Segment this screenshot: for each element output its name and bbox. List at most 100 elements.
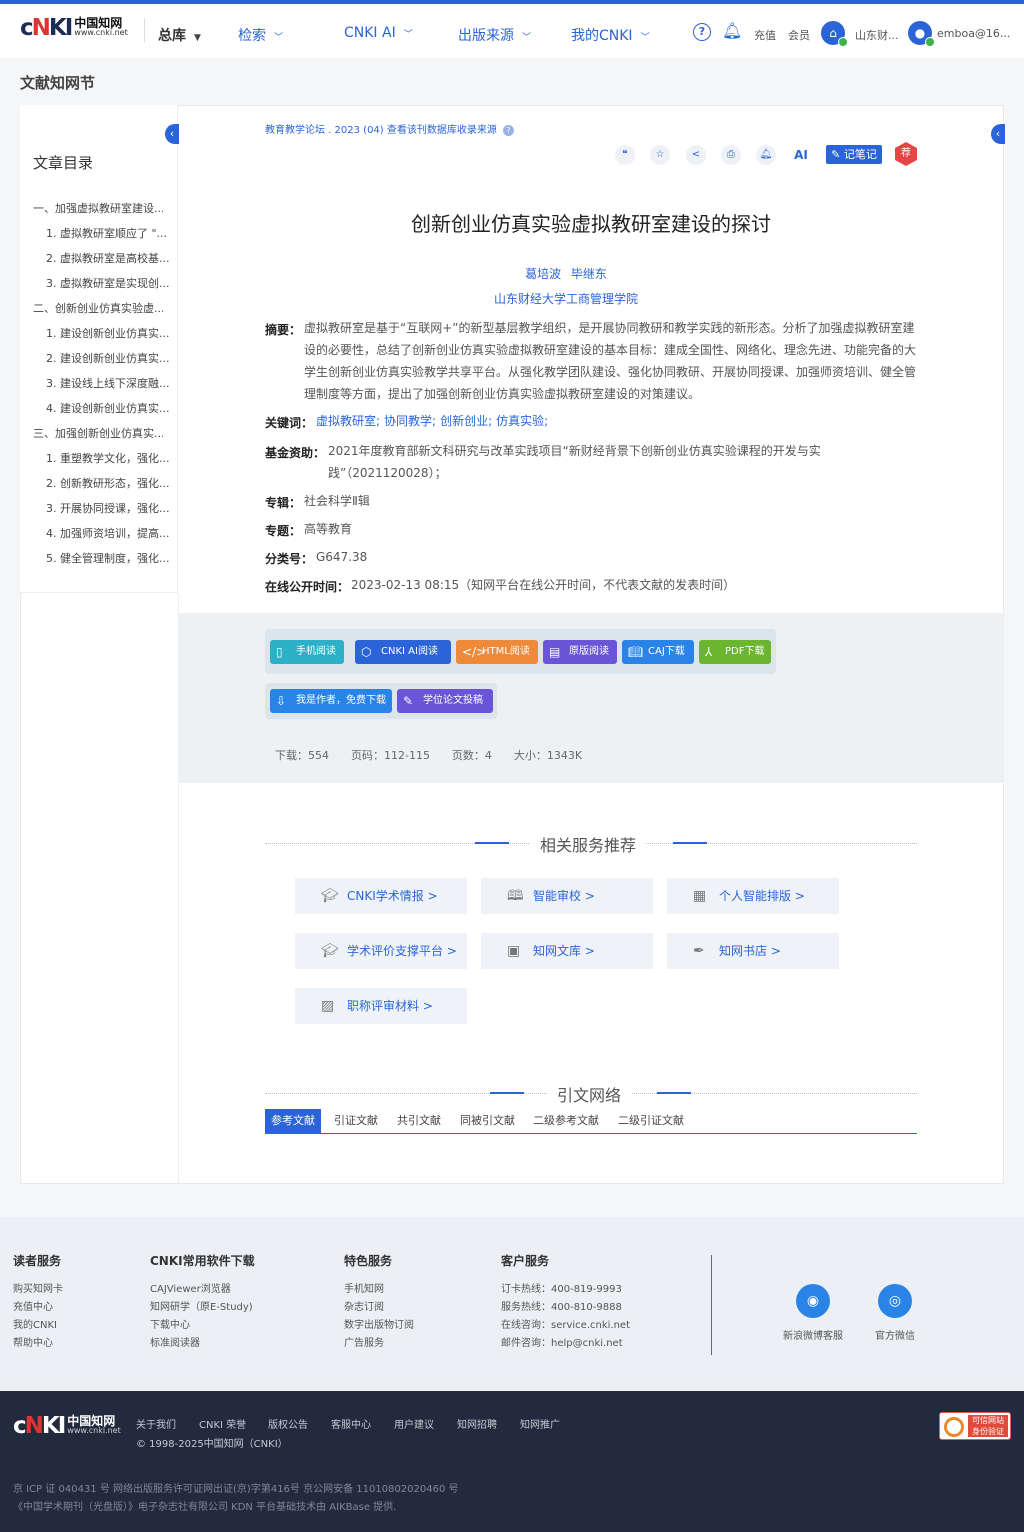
toc-item[interactable]: 1. 虚拟教研室顺应了 "...	[46, 225, 176, 241]
footer-link[interactable]: 购买知网卡	[13, 1280, 63, 1295]
help-icon[interactable]: ?	[693, 23, 711, 41]
member-link[interactable]: 会员	[788, 27, 810, 43]
toc-item[interactable]: 3. 虚拟教研室是实现创...	[46, 275, 176, 291]
toc-item[interactable]: 二、创新创业仿真实验虚...	[33, 300, 163, 316]
service-title-review[interactable]: ▨ 职称评审材料 >	[295, 988, 467, 1024]
mobile-read-button[interactable]: ▯ 手机阅读	[270, 640, 344, 664]
footer-link[interactable]: 杂志订阅	[344, 1298, 384, 1313]
toc-item[interactable]: 1. 建设创新创业仿真实...	[46, 325, 176, 341]
nav-search[interactable]: 检索 ﹀	[238, 25, 283, 45]
icp-license-text[interactable]: 京 ICP 证 040431 号 网络出版服务许可证网出证(京)字第416号 京…	[13, 1480, 459, 1495]
cnki-ai-read-button[interactable]: ⬡ CNKI AI阅读	[355, 640, 451, 664]
keyword-link[interactable]: 协同教学;	[384, 414, 436, 428]
service-cnki-library[interactable]: ▣ 知网文库 >	[481, 933, 653, 969]
article-authors[interactable]: 葛培波 毕继东	[265, 265, 867, 282]
service-smart-layout[interactable]: ▦ 个人智能排版 >	[667, 878, 839, 914]
footer-cnki-logo[interactable]: cNKI 中国知网 www.cnki.net	[13, 1413, 121, 1439]
html-read-button[interactable]: </> HTML阅读	[456, 640, 538, 664]
footer-bottom-link[interactable]: 关于我们	[136, 1416, 176, 1431]
footer-link[interactable]: 帮助中心	[13, 1334, 53, 1349]
question-icon[interactable]: ?	[502, 125, 514, 136]
quote-icon[interactable]: ❝	[615, 145, 635, 165]
wechat-label[interactable]: 官方微信	[875, 1327, 915, 1342]
trusted-site-badge[interactable]: 可信网站 身份验证	[939, 1412, 1011, 1440]
toc-item[interactable]: 2. 创新教研形态，强化...	[46, 475, 176, 491]
institution-name[interactable]: 山东财...	[855, 27, 899, 43]
weibo-label[interactable]: 新浪微博客服	[783, 1327, 843, 1342]
user-account[interactable]: emboa@16...	[937, 27, 1010, 40]
journal-source[interactable]: 教育教学论坛 . 2023 (04) 查看该刊数据库收录来源?	[265, 121, 514, 136]
cnki-logo[interactable]: cNKI 中国知网 www.cnki.net	[20, 15, 128, 41]
article-organization[interactable]: 山东财经大学工商管理学院	[265, 290, 867, 307]
footer-link[interactable]: 我的CNKI	[13, 1316, 57, 1331]
footer-link[interactable]: 手机知网	[344, 1280, 384, 1295]
footer-bottom-link[interactable]: 版权公告	[268, 1416, 308, 1431]
code-icon: </>	[462, 645, 487, 659]
footer-bottom-link[interactable]: 用户建议	[394, 1416, 434, 1431]
nav-publication-source[interactable]: 出版来源 ﹀	[458, 25, 531, 45]
author-free-download-button[interactable]: ⇩ 我是作者，免费下载	[270, 689, 392, 713]
user-avatar-icon[interactable]: ●	[908, 21, 935, 47]
nav-all-databases[interactable]: 总库 ▼	[158, 25, 201, 45]
footer-bottom-link[interactable]: 知网招聘	[457, 1416, 497, 1431]
service-cnki-bookstore[interactable]: ✒ 知网书店 >	[667, 933, 839, 969]
print-icon[interactable]: ⎙	[721, 145, 741, 165]
toc-title: 文章目录	[33, 154, 94, 172]
toc-item[interactable]: 3. 建设线上线下深度融...	[46, 375, 176, 391]
tab-secondary-references[interactable]: 二级参考文献	[533, 1109, 599, 1133]
thesis-submit-button[interactable]: ✎ 学位论文投稿	[397, 689, 493, 713]
footer-link[interactable]: 标准阅读器	[150, 1334, 200, 1349]
pdf-download-button[interactable]: ⅄ PDF下载	[699, 640, 771, 664]
collapse-right-panel-icon[interactable]: ‹	[991, 124, 1005, 144]
footer-contact[interactable]: 在线咨询：service.cnki.net	[501, 1316, 630, 1331]
footer-link[interactable]: CAJViewer浏览器	[150, 1280, 231, 1295]
download-stats: 下载：554 页码：112-115 页数：4 大小：1343K	[275, 749, 583, 762]
take-note-button[interactable]: ✎ 记笔记	[826, 145, 882, 164]
footer-link[interactable]: 知网研学（原E-Study)	[150, 1298, 253, 1313]
footer-link[interactable]: 广告服务	[344, 1334, 384, 1349]
tab-co-citing[interactable]: 共引文献	[397, 1109, 441, 1133]
tab-secondary-citing[interactable]: 二级引证文献	[618, 1109, 684, 1133]
toc-item[interactable]: 5. 健全管理制度，强化...	[46, 550, 176, 566]
service-cnki-intelligence[interactable]: 🎓︎ CNKI学术情报 >	[295, 878, 467, 914]
footer-bottom-link[interactable]: CNKI 荣誉	[199, 1416, 246, 1431]
toc-item[interactable]: 三、加强创新创业仿真实...	[33, 425, 163, 441]
caj-download-button[interactable]: 📖︎ CAJ下载	[622, 640, 694, 664]
service-academic-evaluation[interactable]: 🎓︎ 学术评价支撑平台 >	[295, 933, 467, 969]
original-read-button[interactable]: ▤ 原版阅读	[543, 640, 617, 664]
wechat-icon[interactable]: ◎	[878, 1284, 912, 1318]
recharge-link[interactable]: 充值	[754, 27, 776, 43]
toc-item[interactable]: 4. 加强师资培训，提高...	[46, 525, 176, 541]
footer-contact[interactable]: 邮件咨询：help@cnki.net	[501, 1334, 623, 1349]
nav-my-cnki[interactable]: 我的CNKI ﹀	[571, 25, 650, 45]
footer-link[interactable]: 下载中心	[150, 1316, 190, 1331]
tab-co-cited[interactable]: 同被引文献	[460, 1109, 515, 1133]
alert-bell-icon[interactable]: 🔔︎	[756, 145, 776, 165]
favorite-star-icon[interactable]: ☆	[650, 145, 670, 165]
footer-bottom-link[interactable]: 客服中心	[331, 1416, 371, 1431]
toc-item[interactable]: 4. 建设创新创业仿真实...	[46, 400, 176, 416]
pubtime-label: 在线公开时间：	[265, 580, 350, 594]
tab-citing[interactable]: 引证文献	[334, 1109, 378, 1133]
footer-link[interactable]: 数字出版物订阅	[344, 1316, 414, 1331]
nav-cnki-ai[interactable]: CNKI AI ﹀	[344, 25, 413, 41]
footer-link[interactable]: 充值中心	[13, 1298, 53, 1313]
service-smart-review[interactable]: 🕮 智能审校 >	[481, 878, 653, 914]
footer-bottom-link[interactable]: 知网推广	[520, 1416, 560, 1431]
share-icon[interactable]: <	[686, 145, 706, 165]
weibo-icon[interactable]: ◉	[796, 1284, 830, 1318]
toc-item[interactable]: 1. 重塑教学文化，强化...	[46, 450, 176, 466]
institution-icon[interactable]: ⌂	[821, 21, 848, 47]
keyword-link[interactable]: 仿真实验;	[496, 414, 548, 428]
keyword-link[interactable]: 创新创业;	[440, 414, 492, 428]
page-title: 文献知网节	[20, 74, 96, 92]
tab-references[interactable]: 参考文献	[265, 1109, 321, 1133]
ai-assistant-icon[interactable]: AI	[791, 145, 811, 165]
toc-item[interactable]: 2. 虚拟教研室是高校基...	[46, 250, 176, 266]
bell-icon[interactable]: 🔔︎	[722, 21, 742, 40]
keyword-link[interactable]: 虚拟教研室;	[316, 414, 380, 428]
toc-item[interactable]: 3. 开展协同授课，强化...	[46, 500, 176, 516]
collapse-toc-icon[interactable]: ‹	[165, 124, 179, 144]
toc-item[interactable]: 2. 建设创新创业仿真实...	[46, 350, 176, 366]
toc-item[interactable]: 一、加强虚拟教研室建设...	[33, 200, 163, 216]
